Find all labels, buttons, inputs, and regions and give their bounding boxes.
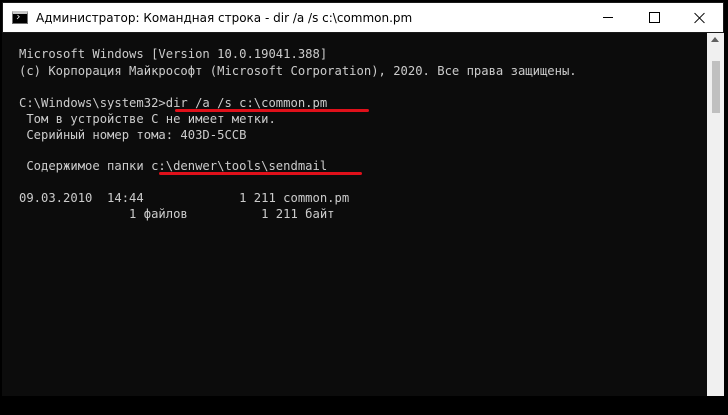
scrollbar-thumb[interactable] xyxy=(712,61,720,113)
console-line: Microsoft Windows [Version 10.0.19041.38… xyxy=(19,47,328,61)
minimize-icon xyxy=(603,17,613,18)
console-output[interactable]: Microsoft Windows [Version 10.0.19041.38… xyxy=(2,33,707,396)
console-line: Серийный номер тома: 403D-5CCB xyxy=(19,128,247,142)
console-file-line: 09.03.2010 14:44 1 211 common.pm xyxy=(19,191,350,205)
minimize-button[interactable] xyxy=(585,3,631,32)
vertical-scrollbar[interactable] xyxy=(707,33,724,396)
title-bar[interactable]: Администратор: Командная строка - dir /a… xyxy=(2,2,724,33)
close-button[interactable] xyxy=(677,3,723,32)
console-line: Том в устройстве C не имеет метки. xyxy=(19,112,276,126)
command-prompt-window: Администратор: Командная строка - dir /a… xyxy=(2,2,724,396)
close-icon xyxy=(694,12,706,24)
console-app-icon[interactable] xyxy=(12,11,28,24)
window-title: Администратор: Командная строка - dir /a… xyxy=(36,10,413,25)
folder-highlight-underline xyxy=(159,172,362,175)
command-highlight-underline xyxy=(175,109,369,112)
scroll-up-arrow-icon[interactable] xyxy=(711,37,719,42)
maximize-button[interactable] xyxy=(631,3,677,32)
console-summary-line: 1 файлов 1 211 байт xyxy=(19,207,335,221)
console-line: (c) Корпорация Майкрософт (Microsoft Cor… xyxy=(19,64,577,78)
maximize-icon xyxy=(648,12,660,23)
